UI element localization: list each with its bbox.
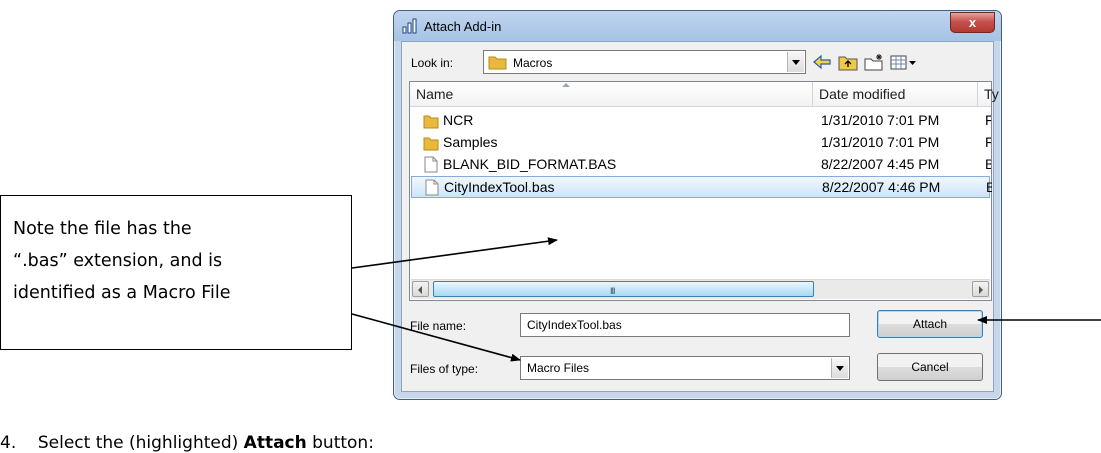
up-folder-icon[interactable] [838, 53, 858, 71]
file-list[interactable]: Name Date modified Ty NCR 1/31/2010 7:01 … [409, 81, 999, 301]
file-name-label: File name: [410, 319, 467, 333]
file-row[interactable]: CityIndexTool.bas 8/22/2007 4:46 PM B/ [411, 176, 992, 198]
file-row[interactable]: BLANK_BID_FORMAT.BAS 8/22/2007 4:45 PM B/ [411, 154, 991, 176]
look-in-value: Macros [513, 56, 553, 70]
file-date: 8/22/2007 4:46 PM [822, 179, 941, 195]
file-type: Fi [985, 112, 991, 128]
file-type: B/ [986, 179, 992, 195]
scroll-right-button[interactable] [972, 281, 989, 297]
step-text: Select the (highlighted) [37, 433, 244, 453]
file-name: CityIndexTool.bas [444, 179, 555, 195]
step-number: 4. [0, 433, 17, 453]
file-row[interactable]: Samples 1/31/2010 7:01 PM Fi [411, 132, 991, 154]
attach-button[interactable]: Attach [877, 310, 983, 338]
cancel-button[interactable]: Cancel [877, 353, 983, 381]
attach-addin-dialog: Attach Add-in x Look in: Macros Name Dat… [393, 10, 1002, 400]
callout-line: Note the file has the [13, 219, 192, 239]
column-header-name[interactable]: Name [410, 82, 813, 107]
file-icon [425, 179, 439, 196]
column-header-date[interactable]: Date modified [813, 82, 978, 107]
file-date: 8/22/2007 4:45 PM [821, 156, 940, 172]
dialog-title: Attach Add-in [424, 19, 502, 34]
horizontal-scrollbar[interactable]: III [411, 279, 990, 299]
file-date: 1/31/2010 7:01 PM [821, 134, 940, 150]
dialog-client-area: Look in: Macros Name Date modified Ty NC… [401, 41, 999, 392]
scroll-grip: III [610, 286, 615, 296]
file-name: Samples [443, 134, 498, 150]
files-of-type-label: Files of type: [410, 362, 479, 376]
instruction-step: 4. Select the (highlighted) Attach butto… [0, 433, 374, 453]
new-folder-icon[interactable] [864, 53, 884, 71]
files-of-type-dropdown[interactable]: Macro Files [520, 356, 850, 380]
column-header-type[interactable]: Ty [978, 82, 999, 107]
chevron-down-icon[interactable] [831, 358, 848, 378]
addin-chart-icon [402, 18, 417, 34]
file-type: Fi [985, 134, 991, 150]
sort-ascending-icon [562, 83, 570, 87]
look-in-label: Look in: [411, 56, 454, 70]
callout-line: “.bas” extension, and is [13, 251, 223, 271]
title-bar[interactable]: Attach Add-in x [394, 11, 1001, 41]
chevron-down-icon[interactable] [787, 52, 804, 72]
step-text-end: button: [306, 433, 374, 453]
file-name: BLANK_BID_FORMAT.BAS [443, 156, 617, 172]
file-icon [424, 156, 438, 173]
file-name-input[interactable]: CityIndexTool.bas [520, 313, 850, 337]
files-of-type-value: Macro Files [527, 361, 590, 375]
scroll-left-button[interactable] [412, 281, 429, 297]
back-arrow-icon[interactable] [812, 53, 832, 71]
file-name: NCR [443, 112, 474, 128]
close-button[interactable]: x [950, 12, 995, 33]
look-in-dropdown[interactable]: Macros [483, 50, 806, 74]
file-type: B/ [985, 156, 991, 172]
view-menu-icon[interactable] [890, 53, 918, 71]
folder-icon [488, 56, 507, 70]
scroll-thumb[interactable]: III [433, 281, 814, 297]
file-row[interactable]: NCR 1/31/2010 7:01 PM Fi [411, 110, 991, 132]
folder-icon [423, 115, 439, 129]
step-bold-text: Attach [243, 433, 307, 453]
file-date: 1/31/2010 7:01 PM [821, 112, 940, 128]
callout-line: identified as a Macro File [13, 283, 231, 303]
note-callout-box: Note the file has the “.bas” extension, … [0, 195, 352, 350]
folder-icon [423, 137, 439, 151]
